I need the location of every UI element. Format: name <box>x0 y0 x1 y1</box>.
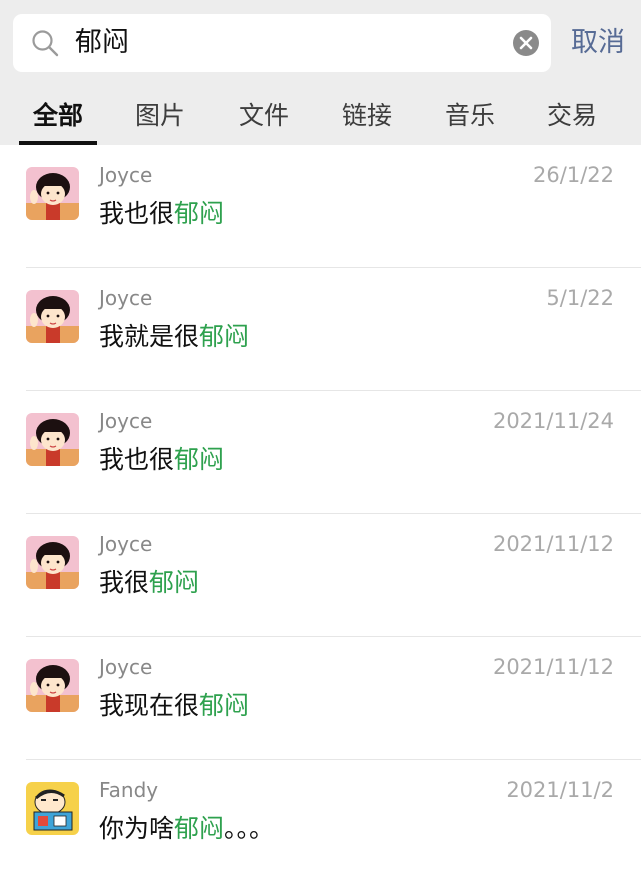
maruko-avatar <box>26 536 79 589</box>
maruko-avatar <box>26 413 79 466</box>
sender-name: Joyce <box>99 286 153 310</box>
keyword-highlight: 郁闷 <box>199 322 250 351</box>
tab-transactions[interactable]: 交易 <box>536 88 608 145</box>
sender-name: Joyce <box>99 163 153 187</box>
message-date: 2021/11/12 <box>492 655 614 679</box>
cancel-button[interactable]: 取消 <box>571 14 625 72</box>
list-item[interactable]: Joyce 26/1/22 我也很郁闷 <box>0 145 641 268</box>
tab-links[interactable]: 链接 <box>331 88 403 145</box>
message-date: 26/1/22 <box>533 163 614 187</box>
search-icon <box>32 30 59 57</box>
list-item[interactable]: Fandy 2021/11/2 你为啥郁闷。。。 <box>0 760 641 883</box>
sender-name: Fandy <box>99 778 159 802</box>
search-query-text: 郁闷 <box>75 27 129 58</box>
message-snippet: 我现在很郁闷 <box>99 691 250 720</box>
list-item[interactable]: Joyce 2021/11/24 我也很郁闷 <box>0 391 641 514</box>
message-snippet: 你为啥郁闷。。。 <box>99 814 275 843</box>
list-item[interactable]: Joyce 2021/11/12 我很郁闷 <box>0 514 641 637</box>
tab-music[interactable]: 音乐 <box>434 88 506 145</box>
message-date: 5/1/22 <box>546 286 614 310</box>
maruko-avatar <box>26 659 79 712</box>
search-input[interactable]: 郁闷 <box>13 14 551 72</box>
keyword-highlight: 郁闷 <box>149 568 200 597</box>
clear-icon[interactable] <box>512 29 540 57</box>
list-item[interactable]: Joyce 2021/11/12 我现在很郁闷 <box>0 637 641 760</box>
keyword-highlight: 郁闷 <box>174 445 225 474</box>
message-snippet: 我也很郁闷 <box>99 445 225 474</box>
search-results-list: Joyce 26/1/22 我也很郁闷 Joyce 5/1/22 我就是很郁闷 <box>0 145 641 883</box>
tab-files[interactable]: 文件 <box>228 88 300 145</box>
list-item[interactable]: Joyce 5/1/22 我就是很郁闷 <box>0 268 641 391</box>
message-date: 2021/11/12 <box>492 532 614 556</box>
tab-all[interactable]: 全部 <box>19 88 97 145</box>
maruko-avatar <box>26 290 79 343</box>
keyword-highlight: 郁闷 <box>174 814 225 843</box>
sender-name: Joyce <box>99 532 153 556</box>
tab-images[interactable]: 图片 <box>124 88 196 145</box>
message-snippet: 我就是很郁闷 <box>99 322 250 351</box>
filter-tabs: 全部 图片 文件 链接 音乐 交易 <box>0 88 641 145</box>
shinchan-avatar <box>26 782 79 835</box>
keyword-highlight: 郁闷 <box>199 691 250 720</box>
sender-name: Joyce <box>99 655 153 679</box>
message-snippet: 我也很郁闷 <box>99 199 225 228</box>
keyword-highlight: 郁闷 <box>174 199 225 228</box>
search-header: 郁闷 取消 全部 图片 文件 链接 音乐 交易 <box>0 0 641 145</box>
maruko-avatar <box>26 167 79 220</box>
sender-name: Joyce <box>99 409 153 433</box>
message-date: 2021/11/2 <box>506 778 614 802</box>
message-date: 2021/11/24 <box>492 409 614 433</box>
message-snippet: 我很郁闷 <box>99 568 200 597</box>
